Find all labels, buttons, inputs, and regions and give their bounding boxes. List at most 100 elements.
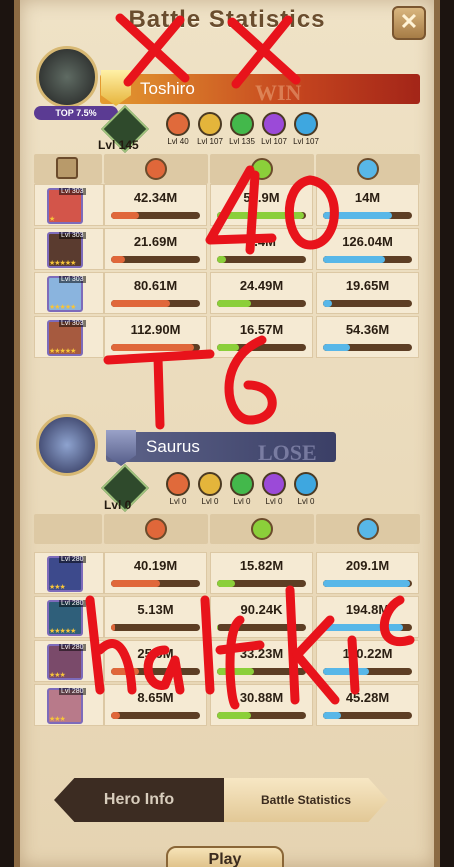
hero-level: Lvl 303 [59, 232, 86, 239]
heal-value: 6.4M [247, 234, 276, 249]
shield-bar [323, 712, 412, 719]
shield-value: 126.04M [342, 234, 393, 249]
hero-portrait-cell[interactable]: Lvl 303 ★★★★★ [34, 316, 104, 358]
hero-level: Lvl 280 [59, 688, 86, 695]
heal-value: 33.23M [239, 646, 284, 661]
damage-cell: 112.90M [104, 316, 207, 358]
shield-cell: 126.04M [316, 228, 419, 270]
heal-bar-fill [217, 344, 240, 351]
hero-level: Lvl 280 [59, 556, 86, 563]
hero-portrait-cell[interactable]: Lvl 280 ★★★ [34, 684, 104, 726]
fist-icon [145, 518, 167, 540]
shield-cell: 194.8M [316, 596, 419, 638]
damage-cell: 42.34M [104, 184, 207, 226]
heal-swirl-icon [251, 518, 273, 540]
shield-bar [323, 580, 412, 587]
damage-bar [111, 624, 200, 631]
damage-bar-fill [111, 668, 140, 675]
shield-bar-fill [323, 580, 411, 587]
heal-cell: 30.88M [210, 684, 313, 726]
damage-bar [111, 256, 200, 263]
damage-cell: 40.19M [104, 552, 207, 594]
damage-value: 25.0M [137, 646, 174, 661]
tab-battle-statistics[interactable]: Battle Statistics [224, 778, 388, 822]
enemy-tree-level: Lvl 0 [104, 498, 132, 512]
heal-bar-fill [217, 668, 255, 675]
heal-bar [217, 300, 306, 307]
hero-level: Lvl 303 [59, 188, 86, 195]
damage-cell: 25.0M [104, 640, 207, 682]
close-button[interactable]: ✕ [392, 6, 426, 40]
shield-icon [357, 518, 379, 540]
pet-3-icon [262, 472, 286, 496]
ally-avatar[interactable] [36, 46, 98, 108]
hero-stars: ★★★ [49, 716, 66, 723]
hero-portrait-cell[interactable]: Lvl 280 ★★★ [34, 640, 104, 682]
hero-portrait-cell[interactable]: Lvl 280 ★★★★★ [34, 596, 104, 638]
shield-value: 110.22M [342, 646, 393, 661]
heal-cell: 24.49M [210, 272, 313, 314]
heal-bar [217, 256, 306, 263]
hero-stars: ★★★★★ [49, 628, 76, 635]
shield-icon [357, 158, 379, 180]
shield-bar-fill [323, 300, 332, 307]
heal-cell: 59.9M [210, 184, 313, 226]
heal-bar [217, 668, 306, 675]
hero-column-header [34, 514, 102, 544]
shield-bar-fill [323, 624, 404, 631]
fist-icon [145, 158, 167, 180]
damage-cell: 8.65M [104, 684, 207, 726]
pet-3-icon [262, 112, 286, 136]
shield-cell: 14M [316, 184, 419, 226]
heal-bar [217, 624, 306, 631]
hero-level: Lvl 280 [59, 644, 86, 651]
damage-value: 40.19M [133, 558, 178, 573]
enemy-avatar[interactable] [36, 414, 98, 476]
pet-level: Lvl 0 [265, 497, 283, 506]
pet-2-icon [230, 112, 254, 136]
shield-column-header [316, 514, 420, 544]
shield-cell: 110.22M [316, 640, 419, 682]
pet-level: Lvl 0 [233, 497, 251, 506]
play-button[interactable]: Play [166, 846, 284, 867]
pet-2-icon [230, 472, 254, 496]
heal-value: 90.24K [240, 602, 283, 617]
hero-portrait-cell[interactable]: Lvl 303 ★★★★★ [34, 228, 104, 270]
shield-bar-fill [323, 712, 341, 719]
pet-level: Lvl 107 [261, 137, 287, 146]
heal-bar [217, 212, 306, 219]
shield-cell: 19.65M [316, 272, 419, 314]
hero-portrait-cell[interactable]: Lvl 303 ★ [34, 184, 104, 226]
hero-portrait-cell[interactable]: Lvl 303 ★★★★★ [34, 272, 104, 314]
heal-cell: 90.24K [210, 596, 313, 638]
ally-result: WIN [255, 80, 302, 105]
table-row: Lvl 280 ★★★ 25.0M 33.23M 110.22M [34, 640, 419, 682]
table-row: Lvl 303 ★ 42.34M 59.9M 14M [34, 184, 419, 226]
shield-bar [323, 624, 412, 631]
damage-bar [111, 712, 200, 719]
top-rank-badge: TOP 7.5% [34, 106, 118, 120]
pet-1-icon [198, 112, 222, 136]
scroll-icon [56, 157, 78, 179]
damage-value: 8.65M [137, 690, 174, 705]
shield-column-header [316, 154, 420, 184]
damage-value: 5.13M [137, 602, 174, 617]
heal-bar [217, 580, 306, 587]
hero-column-header [34, 154, 102, 184]
hero-portrait-cell[interactable]: Lvl 280 ★★★ [34, 552, 104, 594]
damage-bar [111, 580, 200, 587]
table-row: Lvl 303 ★★★★★ 112.90M 16.57M 54.36M [34, 316, 419, 358]
pet-level: Lvl 135 [229, 137, 255, 146]
damage-bar-fill [111, 256, 126, 263]
damage-bar-fill [111, 624, 116, 631]
tab-hero-info[interactable]: Hero Info [54, 778, 224, 822]
heal-column-header [210, 154, 314, 184]
shield-value: 209.1M [345, 558, 390, 573]
hero-stars: ★ [49, 216, 55, 223]
shield-bar [323, 212, 412, 219]
pet-level: Lvl 0 [201, 497, 219, 506]
heal-value: 30.88M [239, 690, 284, 705]
hero-stars: ★★★ [49, 672, 66, 679]
shield-value: 45.28M [345, 690, 390, 705]
ally-name: Toshiro [140, 79, 195, 98]
